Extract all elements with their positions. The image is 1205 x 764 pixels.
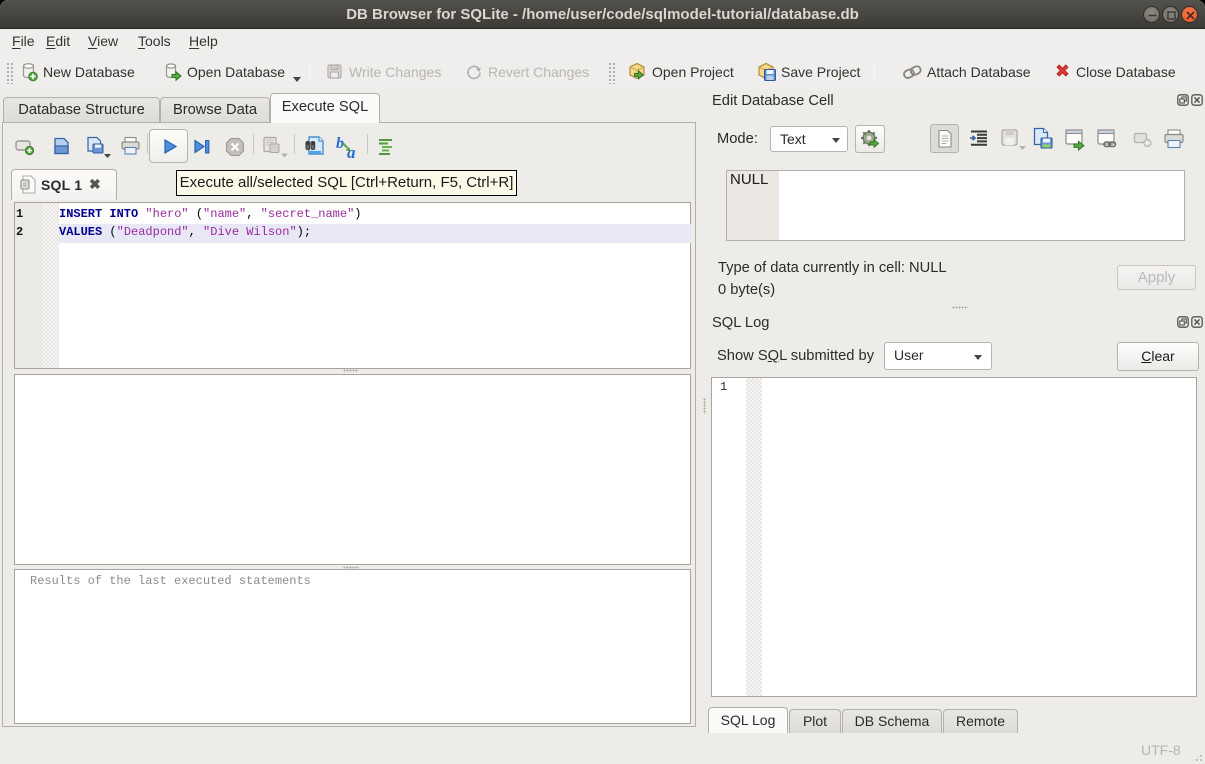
svg-text:a: a bbox=[347, 143, 356, 159]
svg-text:b: b bbox=[336, 135, 344, 152]
